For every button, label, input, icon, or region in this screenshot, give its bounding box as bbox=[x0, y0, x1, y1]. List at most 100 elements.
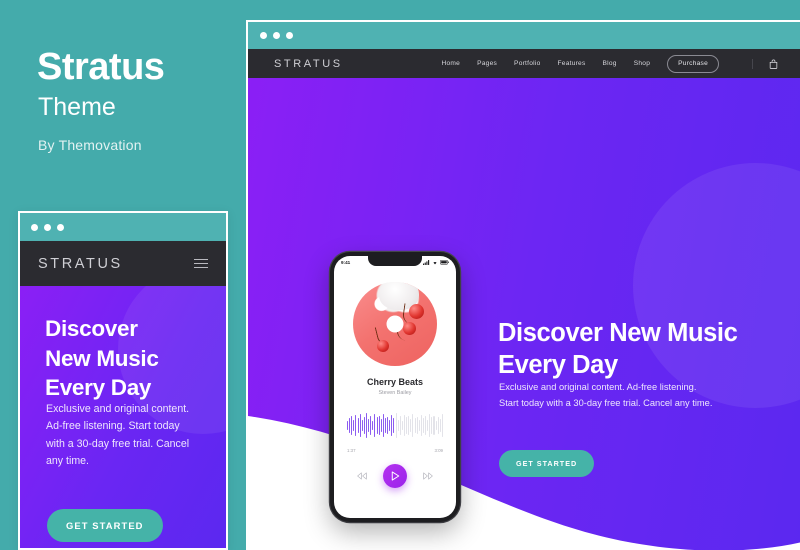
waveform-bar bbox=[403, 414, 405, 437]
waveform-bar bbox=[414, 417, 416, 434]
desktop-navbar: STRATUS Home Pages Portfolio Features Bl… bbox=[248, 49, 800, 78]
waveform-bar bbox=[408, 415, 410, 436]
waveform-bar bbox=[351, 416, 353, 435]
desktop-hero-section: 9:41 Cherry Beats Steven Bailey 1:37 3:0… bbox=[248, 78, 800, 550]
mobile-get-started-button[interactable]: GET STARTED bbox=[47, 509, 163, 542]
hamburger-bar bbox=[194, 262, 208, 265]
waveform-bar bbox=[399, 416, 401, 435]
promo-byline: By Themovation bbox=[38, 137, 142, 153]
window-close-dot[interactable] bbox=[260, 32, 267, 39]
hamburger-menu-icon[interactable] bbox=[194, 258, 208, 269]
nav-item-blog[interactable]: Blog bbox=[603, 60, 617, 67]
elapsed-time: 1:37 bbox=[347, 448, 356, 453]
waveform-bar bbox=[376, 417, 378, 434]
nav-item-shop[interactable]: Shop bbox=[634, 60, 650, 67]
cherry-shape bbox=[377, 340, 389, 352]
next-track-icon[interactable] bbox=[423, 472, 433, 480]
window-minimize-dot[interactable] bbox=[44, 223, 51, 231]
waveform-bar bbox=[353, 419, 355, 432]
waveform-bar bbox=[355, 414, 357, 437]
desktop-site-logo[interactable]: STRATUS bbox=[274, 58, 343, 70]
nav-item-portfolio[interactable]: Portfolio bbox=[514, 60, 540, 67]
play-icon bbox=[391, 471, 399, 481]
cherry-shape bbox=[409, 304, 424, 319]
waveform-bar bbox=[361, 420, 363, 431]
waveform-bar bbox=[365, 413, 367, 438]
audio-waveform[interactable] bbox=[347, 412, 443, 439]
waveform-bar bbox=[433, 415, 435, 436]
cart-button[interactable] bbox=[752, 58, 778, 69]
cellular-signal-icon bbox=[423, 260, 430, 265]
purchase-button[interactable]: Purchase bbox=[667, 54, 719, 73]
phone-device-mockup: 9:41 Cherry Beats Steven Bailey 1:37 3:0… bbox=[330, 252, 460, 522]
waveform-bar bbox=[370, 415, 372, 436]
waveform-bar bbox=[357, 417, 359, 434]
promo-subtitle: Theme bbox=[38, 93, 116, 121]
status-bar-icons bbox=[423, 260, 449, 265]
waveform-bar bbox=[359, 413, 361, 438]
playback-times: 1:37 3:09 bbox=[347, 448, 443, 453]
waveform-bar bbox=[391, 415, 393, 436]
desktop-heading-line1: Discover New Music bbox=[498, 319, 738, 347]
mobile-navbar: STRATUS bbox=[20, 241, 226, 286]
mobile-heading-line2: New Music bbox=[45, 345, 159, 371]
waveform-bar bbox=[418, 420, 420, 431]
hamburger-bar bbox=[194, 266, 208, 269]
battery-icon bbox=[440, 260, 449, 265]
mobile-browser-mockup: STRATUS Discover New Music Every Day Exc… bbox=[18, 211, 228, 550]
nav-item-pages[interactable]: Pages bbox=[477, 60, 497, 67]
mobile-heading-line3: Every Day bbox=[45, 375, 152, 401]
play-button[interactable] bbox=[383, 464, 407, 488]
waveform-bar bbox=[347, 421, 349, 430]
mobile-browser-titlebar bbox=[20, 213, 226, 241]
desktop-heading-line2: Every Day bbox=[498, 350, 618, 379]
waveform-bar bbox=[401, 420, 403, 431]
waveform-bar bbox=[397, 419, 399, 432]
window-maximize-dot[interactable] bbox=[286, 32, 293, 39]
waveform-bar bbox=[425, 416, 427, 435]
waveform-bar bbox=[412, 414, 414, 437]
promo-title: Stratus bbox=[37, 46, 165, 88]
waveform-bar bbox=[422, 418, 424, 433]
desktop-paragraph-line2: Start today with a 30-day free trial. Ca… bbox=[499, 397, 713, 408]
waveform-bar bbox=[429, 413, 431, 438]
window-close-dot[interactable] bbox=[31, 223, 38, 231]
waveform-bar bbox=[431, 417, 433, 434]
waveform-bar bbox=[349, 418, 351, 433]
waveform-bar bbox=[435, 420, 437, 431]
waveform-bar bbox=[384, 418, 386, 433]
window-minimize-dot[interactable] bbox=[273, 32, 280, 39]
desktop-nav-menu: Home Pages Portfolio Features Blog Shop … bbox=[442, 54, 779, 73]
cherry-shape bbox=[403, 322, 416, 335]
waveform-bar bbox=[363, 416, 365, 435]
mobile-hero-heading: Discover New Music Every Day bbox=[45, 314, 159, 403]
desktop-browser-titlebar bbox=[248, 22, 800, 49]
waveform-bar bbox=[387, 416, 389, 435]
status-bar-time: 9:41 bbox=[341, 260, 351, 265]
nav-item-home[interactable]: Home bbox=[442, 60, 461, 67]
record-center-hole bbox=[386, 315, 404, 333]
desktop-paragraph-line1: Exclusive and original content. Ad-free … bbox=[499, 382, 697, 392]
waveform-bar bbox=[395, 413, 397, 438]
waveform-bar bbox=[410, 419, 412, 432]
album-art bbox=[353, 282, 437, 366]
waveform-bar bbox=[378, 416, 380, 435]
phone-status-bar: 9:41 bbox=[334, 256, 456, 269]
previous-track-icon[interactable] bbox=[357, 472, 367, 480]
waveform-bar bbox=[437, 416, 439, 435]
desktop-get-started-button[interactable]: GET STARTED bbox=[499, 450, 595, 477]
song-title: Cherry Beats bbox=[366, 377, 424, 387]
waveform-bar bbox=[368, 418, 370, 433]
mobile-site-logo[interactable]: STRATUS bbox=[38, 256, 123, 272]
window-maximize-dot[interactable] bbox=[57, 223, 64, 231]
nav-item-features[interactable]: Features bbox=[558, 60, 586, 67]
waveform-bar bbox=[441, 414, 443, 437]
waveform-bar bbox=[416, 416, 418, 435]
artist-name: Steven Bailey bbox=[378, 390, 412, 396]
desktop-hero-heading: Discover New Music Every Day bbox=[498, 318, 738, 381]
waveform-bar bbox=[420, 414, 422, 437]
hamburger-bar bbox=[194, 258, 208, 261]
waveform-bar bbox=[380, 419, 382, 432]
waveform-bar bbox=[382, 413, 384, 438]
waveform-bar bbox=[406, 417, 408, 434]
